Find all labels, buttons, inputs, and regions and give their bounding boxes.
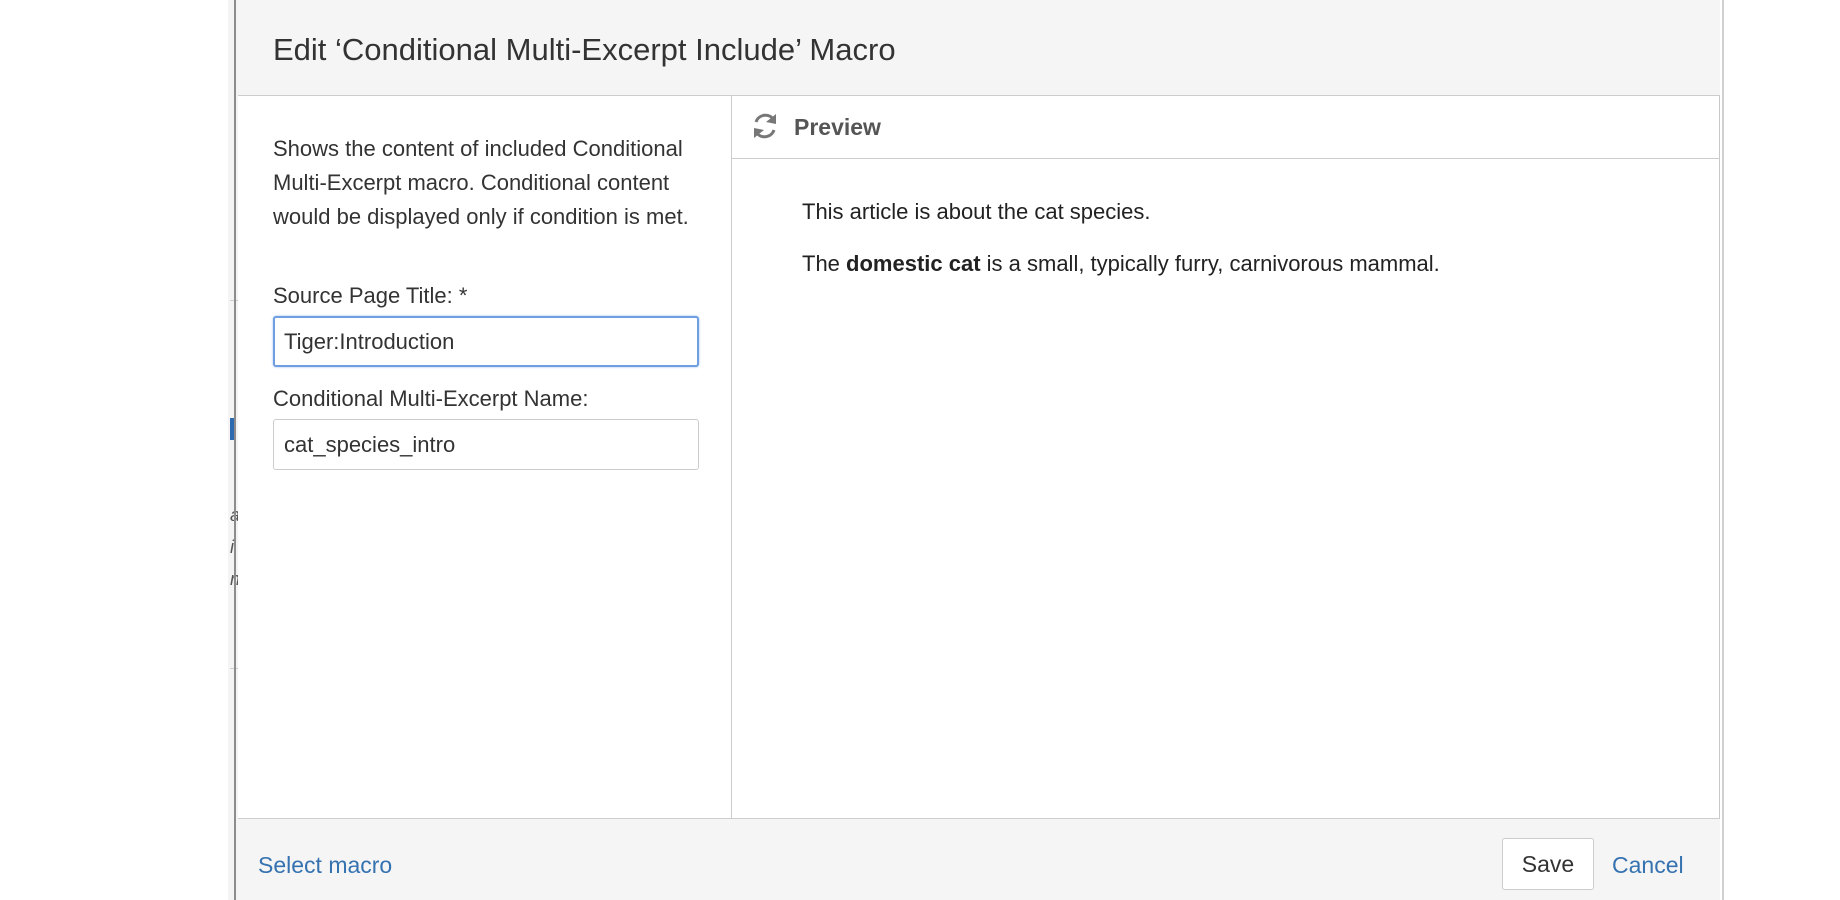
cancel-link[interactable]: Cancel xyxy=(1612,852,1684,879)
dialog-header: Edit ‘Conditional Multi-Excerpt Include’… xyxy=(238,0,1720,96)
dialog-footer: Select macro Save Cancel xyxy=(238,818,1720,900)
preview-panel: Preview This article is about the cat sp… xyxy=(732,96,1720,818)
refresh-icon[interactable] xyxy=(750,111,780,141)
preview-paragraph: This article is about the cat species. xyxy=(802,199,1151,224)
excerpt-name-label: Conditional Multi-Excerpt Name: xyxy=(273,386,589,411)
preview-paragraph: The domestic cat is a small, typically f… xyxy=(802,248,1682,280)
preview-text: is a small, typically furry, carnivorous… xyxy=(980,251,1440,276)
save-button[interactable]: Save xyxy=(1502,838,1594,890)
source-page-title-label: Source Page Title: * xyxy=(273,283,468,308)
dialog-body: Shows the content of included Conditiona… xyxy=(238,96,1720,818)
preview-content: This article is about the cat species. T… xyxy=(802,196,1682,300)
page: a i n Edit ‘Conditional Multi-Excerpt In… xyxy=(0,0,1840,900)
macro-description: Shows the content of included Conditiona… xyxy=(273,136,689,229)
preview-bold-text: domestic cat xyxy=(846,251,981,276)
select-macro-link[interactable]: Select macro xyxy=(258,852,392,879)
preview-title: Preview xyxy=(794,114,881,140)
macro-edit-dialog: Edit ‘Conditional Multi-Excerpt Include’… xyxy=(238,0,1720,900)
preview-header: Preview xyxy=(732,96,1720,159)
dialog-title: Edit ‘Conditional Multi-Excerpt Include’… xyxy=(273,32,896,67)
source-page-title-input[interactable] xyxy=(273,316,699,367)
preview-text: The xyxy=(802,251,847,276)
macro-parameters-panel: Shows the content of included Conditiona… xyxy=(238,96,732,818)
excerpt-name-input[interactable] xyxy=(273,419,699,470)
